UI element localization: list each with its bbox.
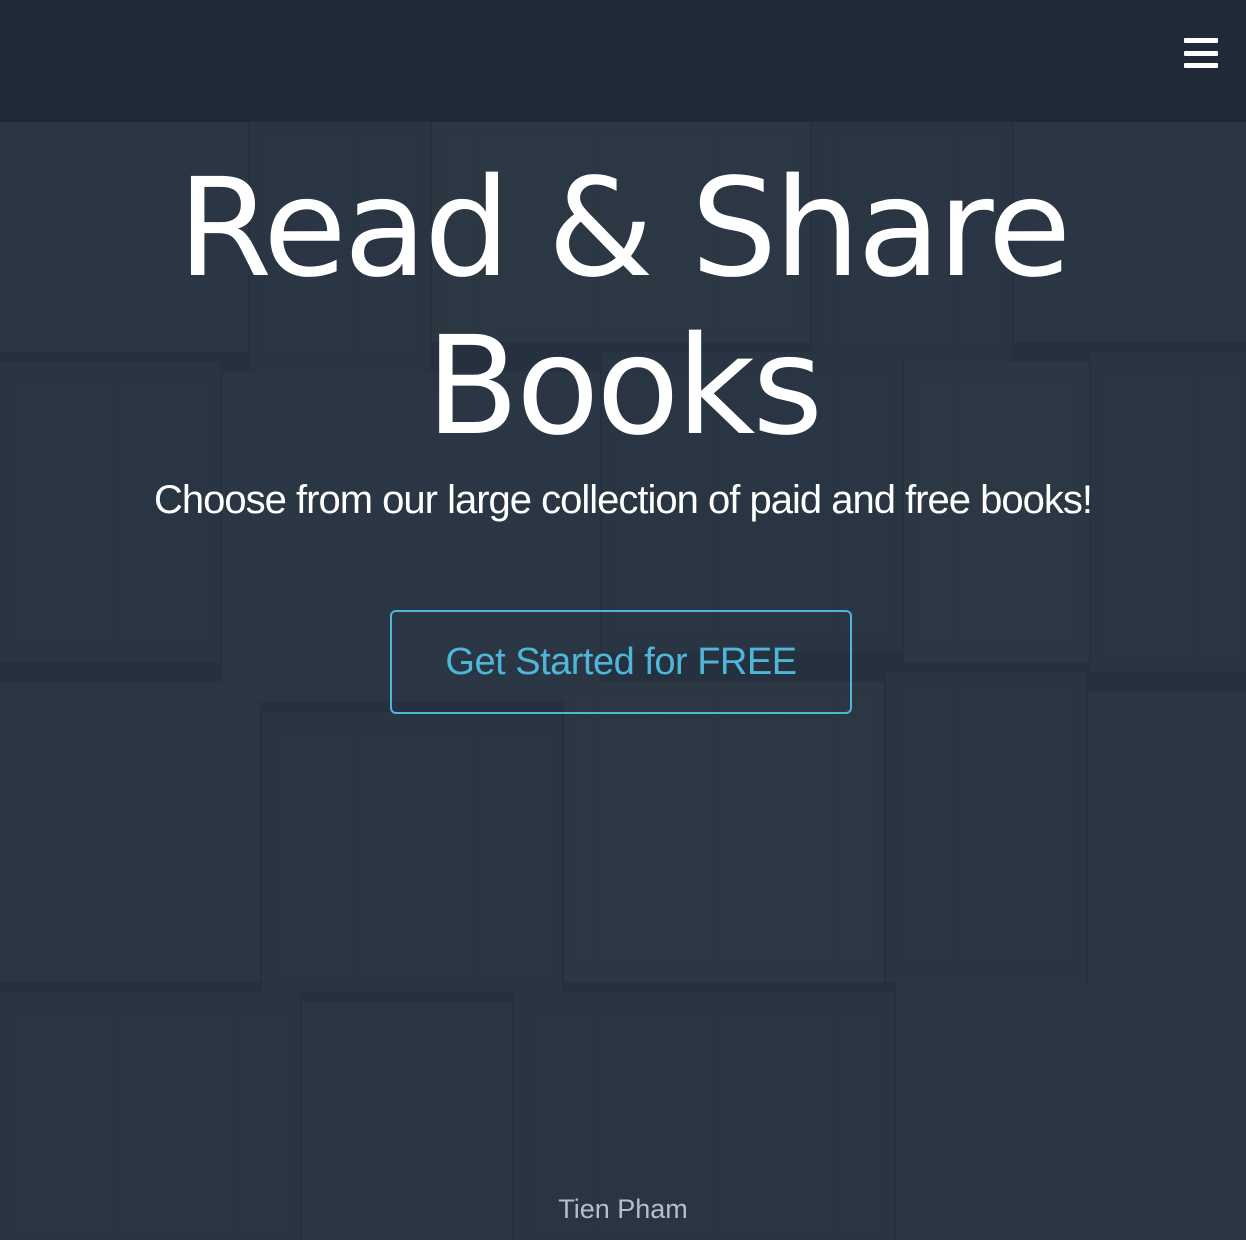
- get-started-button[interactable]: Get Started for FREE: [390, 610, 852, 714]
- hero-title-line-1: Read & Share: [177, 150, 1072, 308]
- landing-page: Read & Share Books Choose from our large…: [0, 0, 1246, 1240]
- top-navbar: [0, 0, 1246, 122]
- hero-title-line-2: Books: [425, 308, 823, 466]
- hero-subtitle: Choose from our large collection of paid…: [154, 478, 1093, 522]
- hero-content: Read & Share Books Choose from our large…: [0, 122, 1246, 1240]
- hamburger-menu-icon[interactable]: [1184, 38, 1218, 68]
- hero-title: Read & Share Books: [0, 150, 1246, 466]
- hero-section: Read & Share Books Choose from our large…: [0, 122, 1246, 1240]
- menu-bar-bottom: [1184, 63, 1218, 68]
- menu-bar-middle: [1184, 50, 1218, 56]
- author-credit: Tien Pham: [558, 1194, 688, 1224]
- menu-bar-top: [1184, 38, 1218, 43]
